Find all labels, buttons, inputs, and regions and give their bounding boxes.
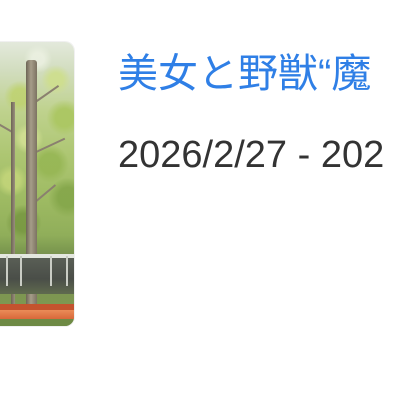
photo-fence-post xyxy=(50,256,52,286)
photo-fence-post xyxy=(20,256,22,286)
thumbnail-image[interactable] xyxy=(0,42,74,326)
photo-fence-post xyxy=(6,256,8,286)
photo-grass xyxy=(0,319,74,326)
photo-bench-seat xyxy=(0,310,74,319)
photo-fence-post xyxy=(66,256,68,286)
photo-fence-rail xyxy=(0,254,74,258)
list-item[interactable]: 美女と野獣“魔 2026/2/27 - 202 xyxy=(0,0,400,400)
item-date-range: 2026/2/27 - 202 xyxy=(118,134,385,176)
item-title-link[interactable]: 美女と野獣“魔 xyxy=(118,50,371,98)
item-text-column: 美女と野獣“魔 2026/2/27 - 202 xyxy=(118,0,400,400)
photo-road xyxy=(0,256,74,294)
